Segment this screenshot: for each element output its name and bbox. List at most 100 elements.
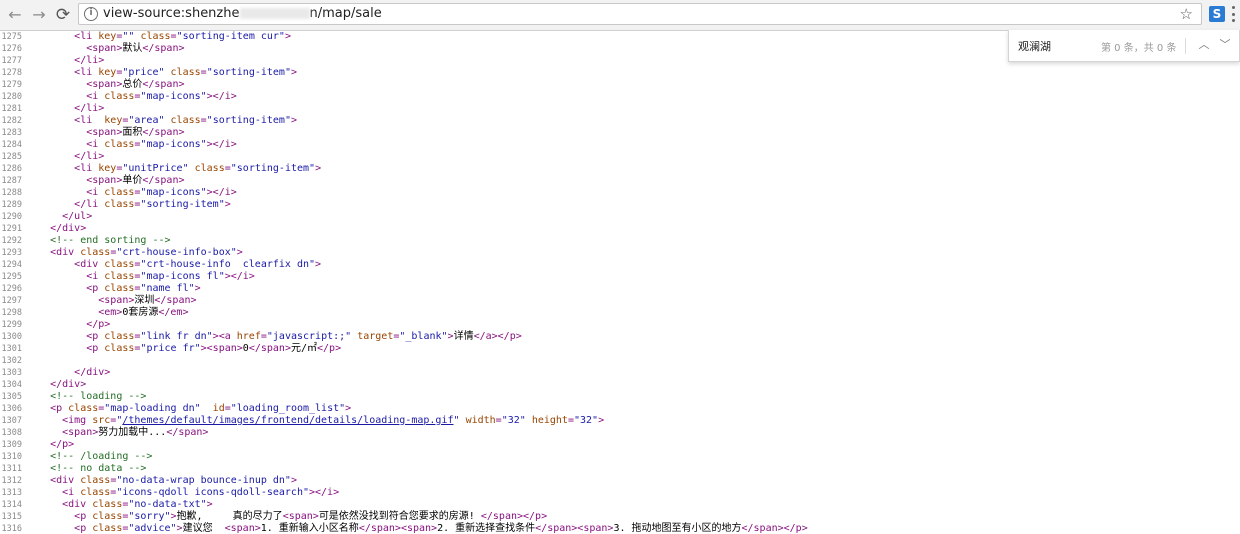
line-number: 1282 [1,116,22,126]
line-number: 1279 [1,80,22,90]
source-code: <!-- loading --> [50,391,147,402]
source-code: <i class="map-icons"></i> [86,187,237,198]
source-code: <div class="no-data-txt"> [62,499,213,510]
browser-menu-icon[interactable] [1230,6,1236,22]
source-code: </li> [74,151,105,162]
source-code: <span>单价</span> [86,175,185,186]
source-code: </p> [86,319,111,330]
address-url[interactable]: view-source:shenzhe n/map/sale [103,6,382,21]
bookmark-star-icon[interactable]: ☆ [1180,5,1193,23]
source-code: </li> [74,55,105,66]
line-number: 1310 [1,452,22,462]
line-number: 1278 [1,68,22,78]
forward-button[interactable]: → [28,4,50,26]
source-code: <i class="map-icons fl"></i> [86,271,255,282]
source-code: <i class="map-icons"></i> [86,139,237,150]
source-code: <p class="name fl"> [86,283,201,294]
url-suffix: n/map/sale [309,6,382,21]
source-code: <p class="map-loading dn" id="loading_ro… [50,403,352,414]
source-code: </p> [50,439,75,450]
line-number: 1298 [1,308,22,318]
line-number: 1302 [1,356,22,366]
line-number: 1303 [1,368,22,378]
source-code: <span>深圳</span> [98,295,197,306]
source-code: <div class="no-data-wrap bounce-inup dn"… [50,475,297,486]
source-code: </li class="sorting-item"> [74,199,231,210]
source-code: </div> [50,379,87,390]
line-number: 1287 [1,176,22,186]
line-number: 1297 [1,296,22,306]
address-bar[interactable]: i view-source:shenzhe n/map/sale ☆ [78,3,1202,25]
source-code: <!-- end sorting --> [50,235,171,246]
line-number: 1290 [1,212,22,222]
line-number: 1285 [1,152,22,162]
source-code: </div> [74,367,111,378]
source-code: <em>0套房源</em> [98,307,189,318]
source-code: <div class="crt-house-info clearfix dn"> [74,259,322,270]
line-number: 1296 [1,284,22,294]
line-number: 1281 [1,104,22,114]
find-bar: 观澜湖 第 0 条，共 0 条 ︿ ﹀ [1008,30,1240,62]
find-next-icon[interactable]: ﹀ [1218,37,1232,53]
source-code: <p class="link fr dn"><a href="javascrip… [86,331,522,342]
line-number: 1311 [1,464,22,474]
reload-icon: ⟳ [55,4,71,25]
source-code: </ul> [62,211,93,222]
source-code: </li> [74,103,105,114]
source-code: <!-- no data --> [50,463,147,474]
line-number: 1277 [1,56,22,66]
source-view: 1275 <li key="" class="sorting-item cur"… [0,31,1240,534]
line-number: 1313 [1,488,22,498]
line-number: 1294 [1,260,22,270]
line-number: 1306 [1,404,22,414]
extension-icon[interactable]: S [1209,6,1225,22]
line-number: 1291 [1,224,22,234]
source-code: <div class="crt-house-info-box"> [50,247,243,258]
source-code: <li key="" class="sorting-item cur"> [74,31,291,42]
line-number: 1304 [1,380,22,390]
source-code: <p class="advice">建议您 <span>1. 重新输入小区名称<… [74,523,808,534]
reload-button[interactable]: ⟳ [52,4,74,26]
source-code: <!-- /loading --> [50,451,153,462]
line-number: 1307 [1,416,22,426]
back-arrow-icon: ← [8,5,22,24]
url-prefix: view-source:shenzhe [103,6,240,21]
url-redacted-region [239,8,310,19]
source-code: <span>努力加载中...</span> [62,427,209,438]
find-input[interactable]: 观澜湖 [1018,38,1051,54]
line-number: 1316 [1,524,22,534]
line-number: 1293 [1,248,22,258]
line-number: 1280 [1,92,22,102]
source-code: <span>默认</span> [86,43,185,54]
source-code: <li key="price" class="sorting-item"> [74,67,298,78]
line-number: 1276 [1,44,22,54]
line-number: 1301 [1,344,22,354]
line-number: 1286 [1,164,22,174]
back-button[interactable]: ← [4,4,26,26]
source-code: <span>面积</span> [86,127,185,138]
forward-arrow-icon: → [32,5,46,24]
source-code: <li key="area" class="sorting-item"> [74,115,297,126]
line-number: 1284 [1,140,22,150]
source-code: <i class="map-icons"></i> [86,91,237,102]
browser-toolbar: ← → ⟳ i view-source:shenzhe n/map/sale ☆ … [0,0,1240,31]
line-number: 1289 [1,200,22,210]
find-previous-icon[interactable]: ︿ [1197,37,1211,53]
source-code: </div> [50,223,87,234]
source-code: <i class="icons-qdoll icons-qdoll-search… [62,487,340,498]
line-number: 1300 [1,332,22,342]
source-code: <img src="/themes/default/images/fronten… [62,415,605,426]
line-number: 1315 [1,512,22,522]
find-result-count: 第 0 条，共 0 条 [1101,43,1177,54]
line-number: 1283 [1,128,22,138]
line-number: 1295 [1,272,22,282]
source-code: <span>总价</span> [86,79,185,90]
page-info-icon[interactable]: i [84,7,98,21]
line-number: 1314 [1,500,22,510]
line-number: 1309 [1,440,22,450]
line-number: 1308 [1,428,22,438]
source-code: <li key="unitPrice" class="sorting-item"… [74,163,322,174]
source-code: <p class="sorry">抱歉, 真的尽力了<span>可是依然没找到符… [74,511,548,522]
line-number: 1312 [1,476,22,486]
find-divider [1185,38,1186,54]
